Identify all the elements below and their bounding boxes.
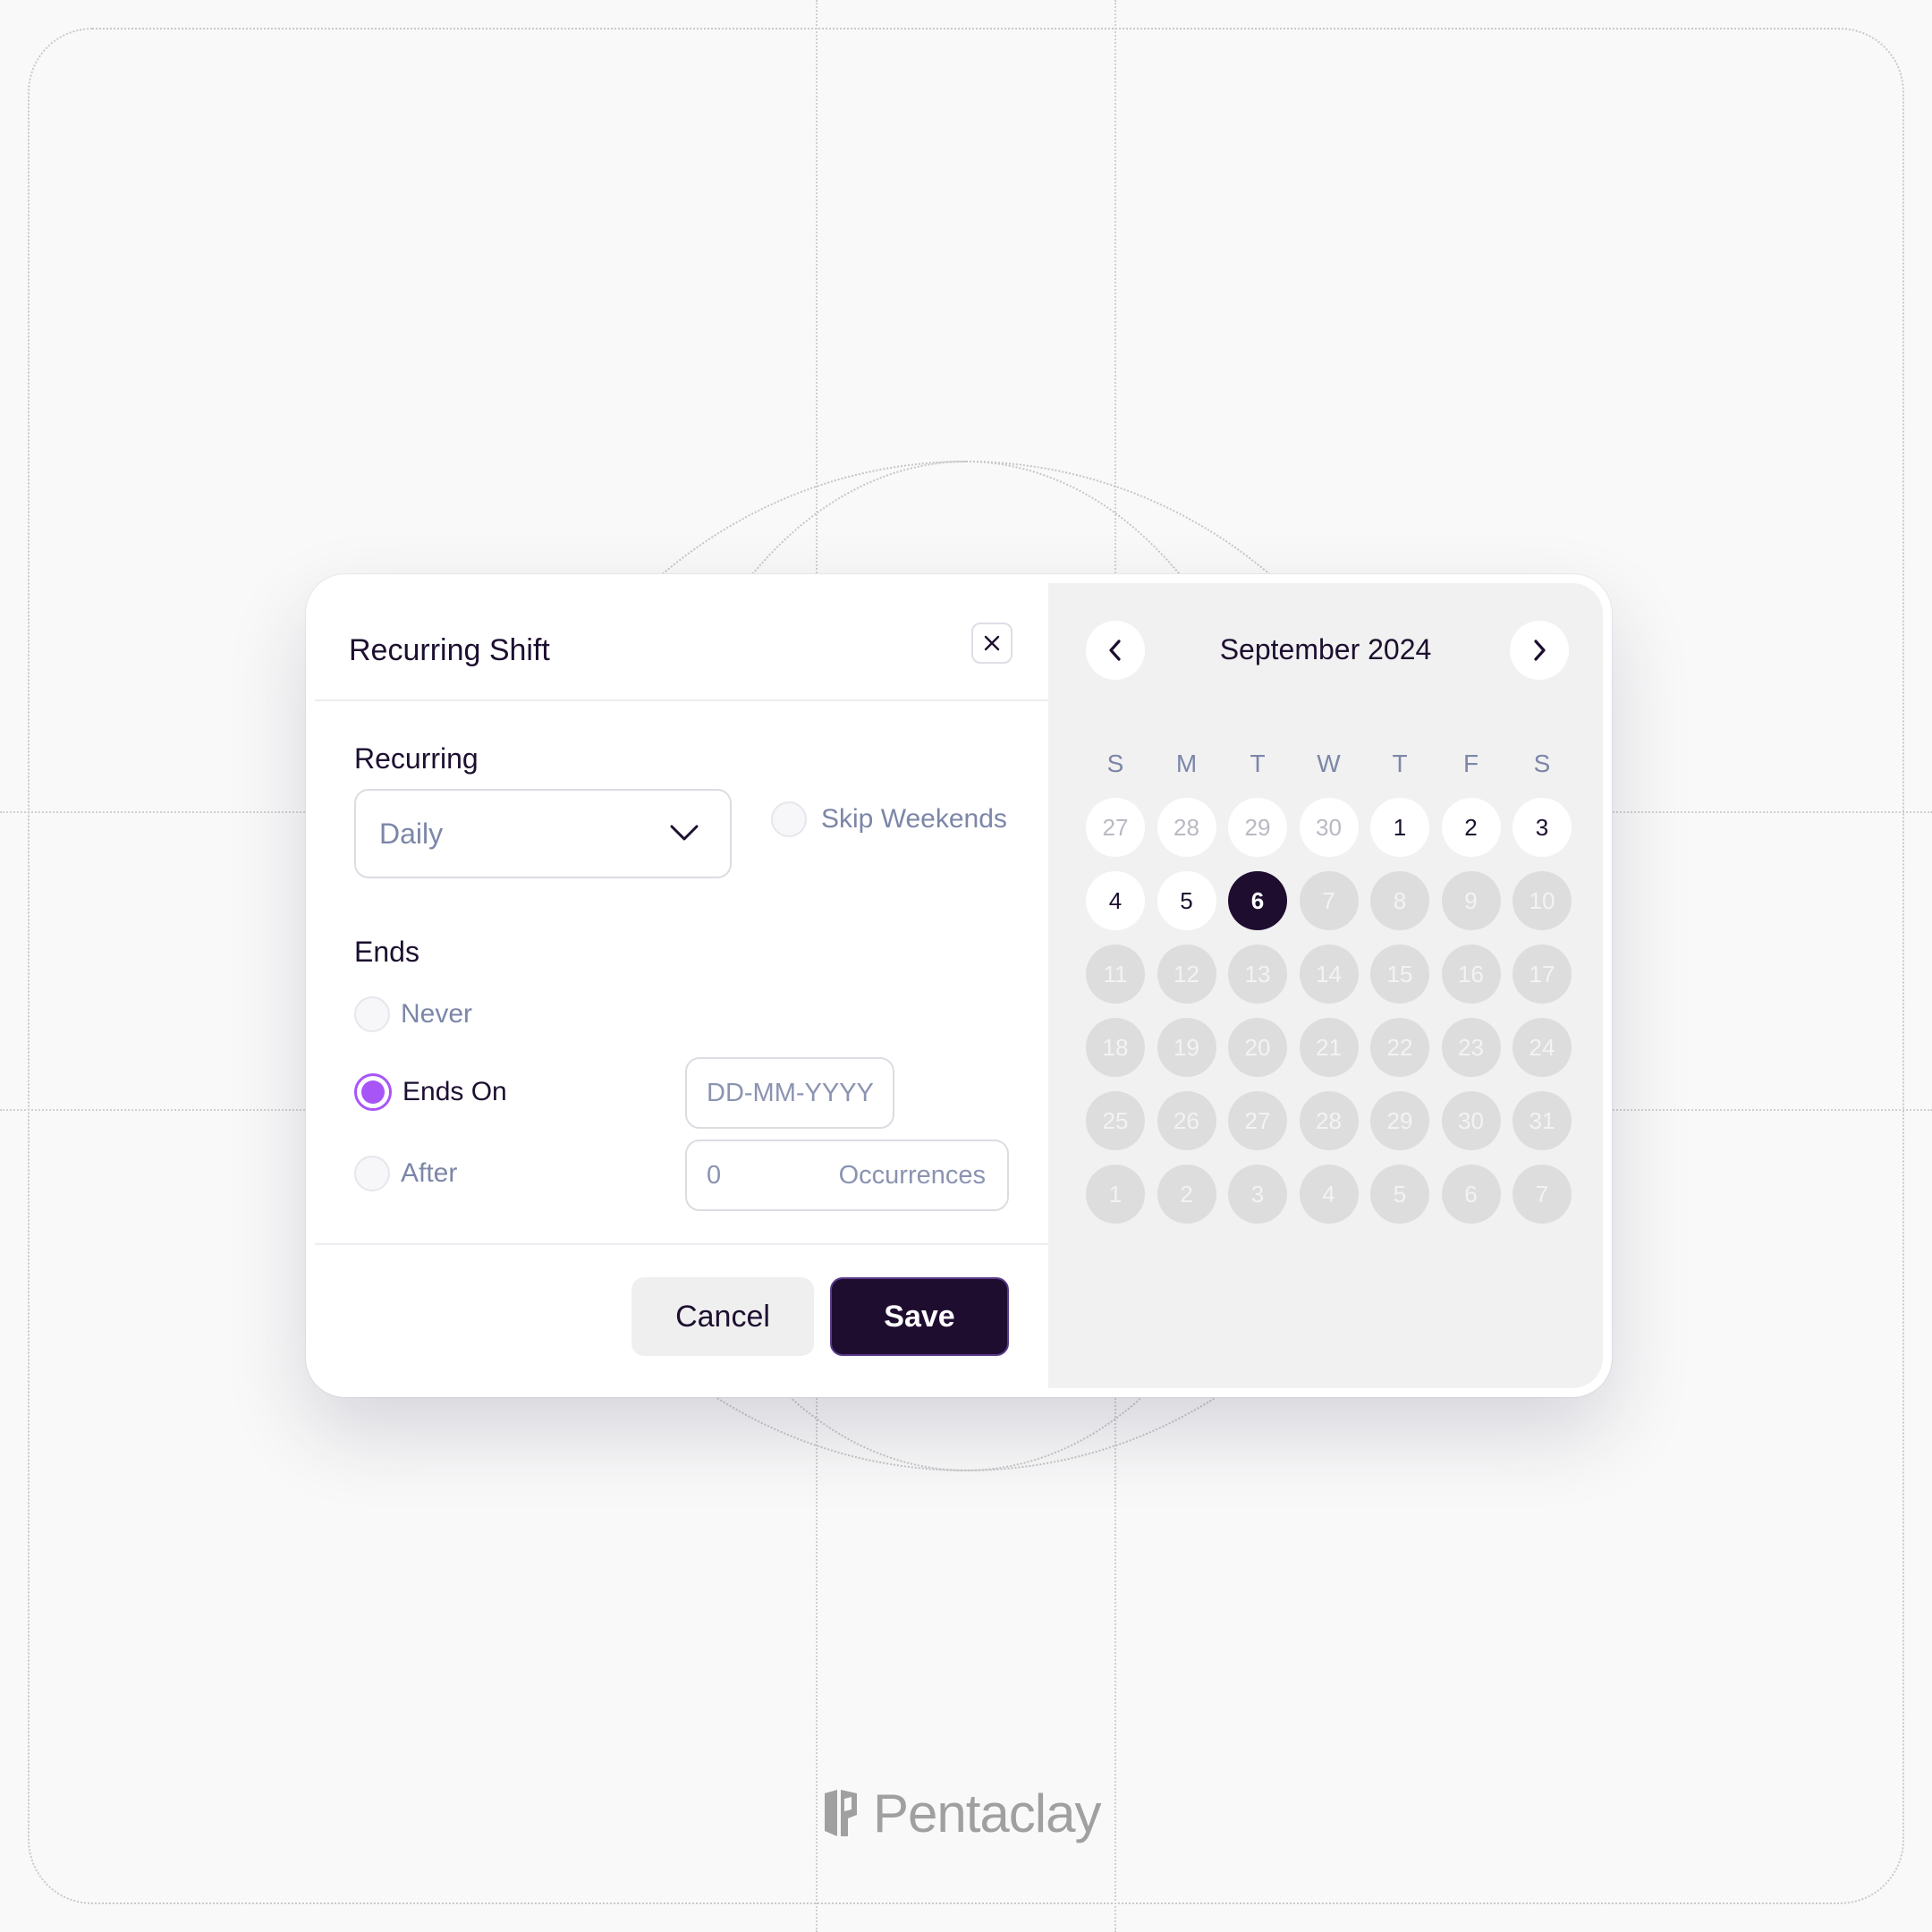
calendar-day[interactable]: 30: [1299, 798, 1359, 857]
calendar-day[interactable]: 5: [1157, 871, 1216, 930]
calendar-day: 12: [1157, 945, 1216, 1004]
calendar-day: 20: [1228, 1018, 1287, 1077]
occurrences-value: 0: [707, 1161, 722, 1190]
end-date-placeholder: DD-MM-YYYY: [707, 1079, 874, 1107]
calendar-day: 10: [1513, 871, 1572, 930]
calendar-day: 14: [1299, 945, 1359, 1004]
calendar-day[interactable]: 2: [1441, 798, 1501, 857]
calendar-day: 31: [1513, 1091, 1572, 1150]
calendar-day: 16: [1441, 945, 1501, 1004]
recurring-shift-dialog: Recurring Shift Recurring Daily Skip Wee…: [306, 574, 1612, 1397]
weekday-label: F: [1462, 750, 1479, 777]
save-button[interactable]: Save: [830, 1277, 1009, 1356]
calendar-day[interactable]: 1: [1370, 798, 1429, 857]
close-button[interactable]: [971, 623, 1013, 664]
recurring-label: Recurring: [354, 742, 479, 775]
dialog-footer: Cancel Save: [315, 1243, 1048, 1388]
calendar-day[interactable]: 4: [1086, 871, 1145, 930]
ends-label: Ends: [354, 936, 419, 968]
end-date-field[interactable]: DD-MM-YYYY: [685, 1057, 894, 1129]
calendar-day: 28: [1299, 1091, 1359, 1150]
ends-on-label: Ends On: [402, 1077, 507, 1106]
never-label: Never: [401, 999, 473, 1029]
pentaclay-logo-icon: [825, 1790, 857, 1836]
calendar-day: 8: [1370, 871, 1429, 930]
occurrences-field[interactable]: 0 Occurrences: [685, 1140, 1009, 1211]
ends-on-option[interactable]: Ends On: [354, 1073, 507, 1111]
calendar-day: 22: [1370, 1018, 1429, 1077]
radio-ends-on[interactable]: [354, 1073, 392, 1111]
weekday-header: SMTWTFS: [1086, 750, 1578, 785]
calendar-day: 2: [1157, 1165, 1216, 1224]
calendar-day: 9: [1441, 871, 1501, 930]
weekday-label: S: [1106, 750, 1124, 777]
calendar-day-selected[interactable]: 6: [1228, 871, 1287, 930]
calendar-day: 29: [1370, 1091, 1429, 1150]
calendar-day: 23: [1441, 1018, 1501, 1077]
skip-weekends-checkbox[interactable]: [771, 801, 807, 837]
calendar-day: 11: [1086, 945, 1145, 1004]
calendar-day: 25: [1086, 1091, 1145, 1150]
dialog-header: Recurring Shift: [315, 583, 1048, 701]
weekday-label: T: [1250, 750, 1266, 777]
close-icon: [984, 635, 1000, 651]
calendar-day: 24: [1513, 1018, 1572, 1077]
calendar-day: 30: [1441, 1091, 1501, 1150]
occurrences-label: Occurrences: [838, 1161, 986, 1190]
weekday-label: S: [1533, 750, 1551, 777]
ends-after-option[interactable]: After: [354, 1156, 457, 1191]
calendar-day: 15: [1370, 945, 1429, 1004]
calendar-day: 21: [1299, 1018, 1359, 1077]
settings-panel: Recurring Shift Recurring Daily Skip Wee…: [315, 583, 1048, 1388]
calendar-day: 5: [1370, 1165, 1429, 1224]
brand-logo: Pentaclay: [821, 1784, 1101, 1843]
brand-name: Pentaclay: [873, 1783, 1101, 1843]
recurring-select-value: Daily: [379, 818, 444, 850]
calendar-day: 4: [1299, 1165, 1359, 1224]
skip-weekends-toggle[interactable]: Skip Weekends: [771, 800, 1007, 839]
next-month-button[interactable]: [1510, 621, 1569, 680]
cancel-button[interactable]: Cancel: [631, 1277, 814, 1356]
calendar-day: 7: [1513, 1165, 1572, 1224]
after-label: After: [401, 1158, 458, 1188]
radio-never[interactable]: [354, 996, 390, 1032]
calendar-day[interactable]: 29: [1228, 798, 1287, 857]
chevron-down-icon: [670, 825, 699, 841]
calendar-day[interactable]: 27: [1086, 798, 1145, 857]
recurring-select[interactable]: Daily: [354, 789, 732, 878]
calendar-day: 7: [1299, 871, 1359, 930]
calendar-day: 13: [1228, 945, 1287, 1004]
calendar-day: 6: [1441, 1165, 1501, 1224]
calendar-day: 18: [1086, 1018, 1145, 1077]
ends-never-option[interactable]: Never: [354, 996, 472, 1032]
chevron-right-icon: [1534, 640, 1546, 661]
skip-weekends-label: Skip Weekends: [821, 804, 1007, 834]
calendar-day: 19: [1157, 1018, 1216, 1077]
weekday-label: M: [1175, 750, 1198, 777]
calendar-day[interactable]: 28: [1157, 798, 1216, 857]
calendar-panel: September 2024 SMTWTFS 27 28 29 30 1 2 3 4 5 6 7 8 9…: [1048, 583, 1603, 1388]
dialog-title: Recurring Shift: [349, 633, 550, 667]
calendar-day: 26: [1157, 1091, 1216, 1150]
weekday-label: W: [1317, 750, 1341, 777]
calendar-day: 3: [1228, 1165, 1287, 1224]
calendar-day: 27: [1228, 1091, 1287, 1150]
calendar-day: 17: [1513, 945, 1572, 1004]
radio-after[interactable]: [354, 1156, 390, 1191]
weekday-label: T: [1392, 750, 1408, 777]
calendar-grid: 27 28 29 30 1 2 3 4 5 6 7 8 9 10 11 12 13 14 15 16 17 18 19 20 2…: [1086, 798, 1578, 1227]
calendar-day: 1: [1086, 1165, 1145, 1224]
calendar-day[interactable]: 3: [1513, 798, 1572, 857]
